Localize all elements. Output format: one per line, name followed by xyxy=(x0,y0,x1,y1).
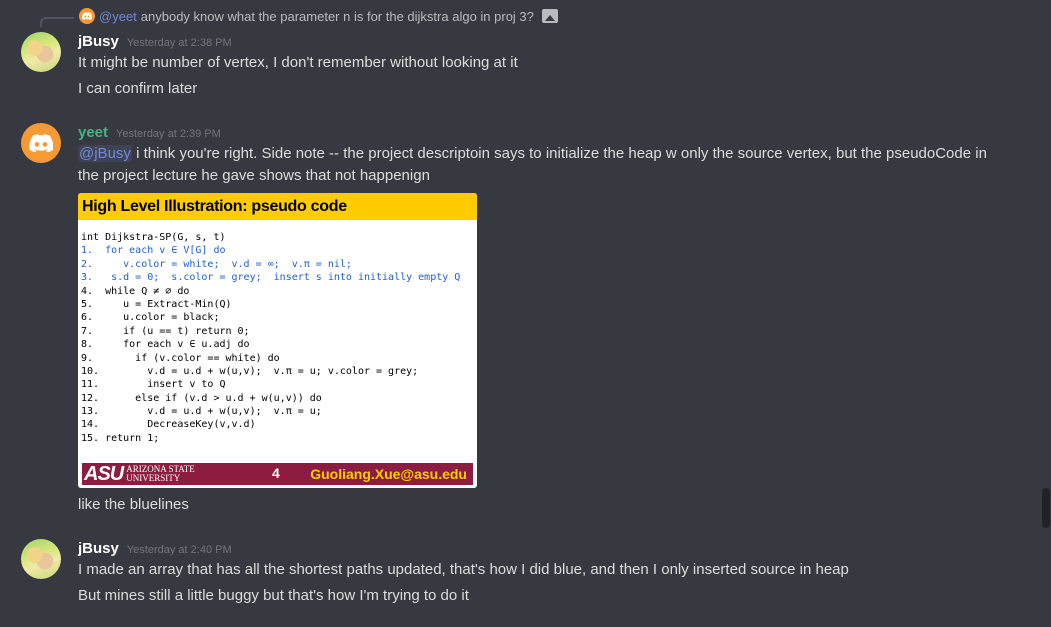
code-line: 13. v.d = u.d + w(u,v); v.π = u; xyxy=(81,406,322,418)
message-text: like the bluelines xyxy=(78,496,189,513)
slide-header: High Level Illustration: pseudo code xyxy=(78,193,477,220)
code-line: 4. while Q ≠ ∅ do xyxy=(81,285,190,297)
pseudo-code: int Dijkstra-SP(G, s, t) 1. for each v ∈ … xyxy=(81,231,460,445)
code-line: 14. DecreaseKey(v,v.d) xyxy=(81,419,256,431)
code-line: 2. v.color = white; v.d = ∞; v.π = nil; xyxy=(81,258,352,270)
code-line: 11. insert v to Q xyxy=(81,379,226,391)
username[interactable]: jBusy xyxy=(78,33,119,50)
asu-logo-name: ARIZONA STATE UNIVERSITY xyxy=(126,464,195,483)
code-line: 8. for each v ∈ u.adj do xyxy=(81,339,250,351)
reply-spine xyxy=(40,17,74,27)
message-header: jBusy Yesterday at 2:38 PM xyxy=(78,33,232,50)
username[interactable]: yeet xyxy=(78,124,108,141)
asu-logo-mark: ASU xyxy=(84,462,124,485)
code-line: 7. if (u == t) return 0; xyxy=(81,325,250,337)
slide-title: High Level Illustration: pseudo code xyxy=(82,197,347,215)
code-line: 6. u.color = black; xyxy=(81,312,220,324)
slide-page-number: 4 xyxy=(272,465,280,481)
timestamp: Yesterday at 2:40 PM xyxy=(126,544,232,556)
avatar[interactable] xyxy=(21,539,61,579)
timestamp: Yesterday at 2:38 PM xyxy=(126,37,232,49)
reply-text[interactable]: anybody know what the parameter n is for… xyxy=(141,9,534,24)
message-text: I made an array that has all the shortes… xyxy=(78,561,849,578)
code-line: 1. for each v ∈ V[G] do xyxy=(81,245,226,257)
code-line: int Dijkstra-SP(G, s, t) xyxy=(81,232,226,243)
avatar[interactable] xyxy=(21,32,61,72)
timestamp: Yesterday at 2:39 PM xyxy=(116,128,221,140)
code-line: 3. s.d = 0; s.color = grey; insert s int… xyxy=(81,272,461,284)
message-text: the project lecture he gave shows that n… xyxy=(78,167,430,184)
message-header: jBusy Yesterday at 2:40 PM xyxy=(78,540,232,557)
username[interactable]: jBusy xyxy=(78,540,119,557)
code-line: 12. else if (v.d > u.d + w(u,v)) do xyxy=(81,392,322,404)
message-text: @jBusy i think you're right. Side note -… xyxy=(78,143,987,165)
user-mention[interactable]: @jBusy xyxy=(78,145,132,162)
message-text: But mines still a little buggy but that'… xyxy=(78,587,469,604)
reply-preview[interactable]: @yeet anybody know what the parameter n … xyxy=(79,7,558,25)
message-text: It might be number of vertex, I don't re… xyxy=(78,54,518,71)
discord-logo-icon xyxy=(29,134,53,152)
code-line: 9. if (v.color == white) do xyxy=(81,352,280,364)
code-line: 15. return 1; xyxy=(81,432,160,444)
asu-logo: ASU ARIZONA STATE UNIVERSITY xyxy=(82,463,195,485)
discord-logo-icon xyxy=(79,8,95,24)
avatar[interactable] xyxy=(21,123,61,163)
message-text-content: i think you're right. Side note -- the p… xyxy=(131,145,987,162)
code-line: 10. v.d = u.d + w(u,v); v.π = u; v.color… xyxy=(81,365,419,377)
message-header: yeet Yesterday at 2:39 PM xyxy=(78,124,221,141)
message-text: I can confirm later xyxy=(78,80,198,97)
slide-footer: ASU ARIZONA STATE UNIVERSITY 4 Guoliang.X… xyxy=(82,463,473,485)
reply-mention[interactable]: @yeet xyxy=(99,9,137,24)
slide-email: Guoliang.Xue@asu.edu xyxy=(310,466,467,482)
image-attachment[interactable]: High Level Illustration: pseudo code int… xyxy=(78,193,477,488)
code-line: 5. u = Extract-Min(Q) xyxy=(81,298,232,310)
image-icon xyxy=(541,9,558,23)
scrollbar-thumb[interactable] xyxy=(1042,488,1050,528)
